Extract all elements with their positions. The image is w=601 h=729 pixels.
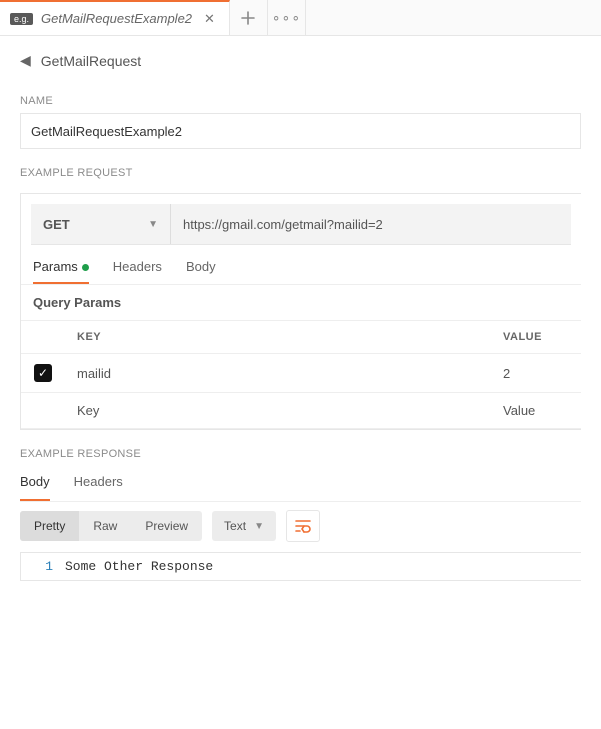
request-sub-tabs: Params Headers Body xyxy=(21,245,581,284)
row-checkbox[interactable]: ✓ xyxy=(34,364,52,382)
tab-body[interactable]: Body xyxy=(186,259,216,284)
table-row: ✓ mailid 2 xyxy=(21,354,581,393)
view-preview-button[interactable]: Preview xyxy=(131,511,202,541)
param-value[interactable]: 2 xyxy=(491,354,581,393)
chevron-down-icon: ▼ xyxy=(254,521,264,532)
tab-overflow-button[interactable]: ∘∘∘ xyxy=(268,0,306,35)
view-raw-button[interactable]: Raw xyxy=(79,511,131,541)
response-body-line: Some Other Response xyxy=(65,559,213,574)
response-tab-headers[interactable]: Headers xyxy=(74,474,123,501)
toggle-wrap-button[interactable] xyxy=(286,510,320,542)
response-toolbar: Pretty Raw Preview Text ▼ xyxy=(0,502,601,552)
response-type-value: Text xyxy=(224,519,246,533)
query-params-table: KEY VALUE ✓ mailid 2 Key Value xyxy=(21,320,581,429)
request-url-input[interactable] xyxy=(171,204,571,244)
response-sub-tabs: Body Headers xyxy=(20,466,581,502)
new-param-value-input[interactable]: Value xyxy=(491,393,581,429)
new-param-key-input[interactable]: Key xyxy=(65,393,491,429)
http-method-select[interactable]: GET ▼ xyxy=(31,204,171,244)
wrap-lines-icon xyxy=(295,519,311,533)
breadcrumb: ◀ GetMailRequest xyxy=(0,36,601,77)
example-name-input[interactable] xyxy=(20,113,581,149)
tab-title: GetMailRequestExample2 xyxy=(41,11,192,26)
params-active-dot-icon xyxy=(82,264,89,271)
response-body-editor[interactable]: 1 Some Other Response xyxy=(20,552,581,581)
example-badge: e.g. xyxy=(10,13,33,25)
chevron-down-icon: ▼ xyxy=(148,219,158,230)
tab-params[interactable]: Params xyxy=(33,259,89,284)
tab-headers[interactable]: Headers xyxy=(113,259,162,284)
view-mode-segment: Pretty Raw Preview xyxy=(20,511,202,541)
request-section-label: EXAMPLE REQUEST xyxy=(0,149,601,185)
tab-params-label: Params xyxy=(33,259,78,274)
name-section-label: NAME xyxy=(0,77,601,113)
query-params-title: Query Params xyxy=(21,284,581,320)
breadcrumb-parent[interactable]: GetMailRequest xyxy=(41,53,141,69)
table-row-new: Key Value xyxy=(21,393,581,429)
back-icon[interactable]: ◀ xyxy=(20,52,31,69)
request-panel: GET ▼ Params Headers Body Query Params K… xyxy=(20,193,581,430)
tab-bar: e.g. GetMailRequestExample2 ✕ ∘∘∘ xyxy=(0,0,601,36)
col-key: KEY xyxy=(65,321,491,354)
col-value: VALUE xyxy=(491,321,581,354)
response-type-select[interactable]: Text ▼ xyxy=(212,511,276,541)
response-section-label: EXAMPLE RESPONSE xyxy=(0,430,601,466)
http-method-value: GET xyxy=(43,217,70,232)
param-key[interactable]: mailid xyxy=(65,354,491,393)
line-number: 1 xyxy=(21,559,65,574)
view-pretty-button[interactable]: Pretty xyxy=(20,511,79,541)
tab-active[interactable]: e.g. GetMailRequestExample2 ✕ xyxy=(0,0,230,35)
response-tab-body[interactable]: Body xyxy=(20,474,50,501)
new-tab-button[interactable] xyxy=(230,0,268,35)
col-check xyxy=(21,321,65,354)
close-icon[interactable]: ✕ xyxy=(200,11,219,27)
url-row: GET ▼ xyxy=(31,204,571,245)
